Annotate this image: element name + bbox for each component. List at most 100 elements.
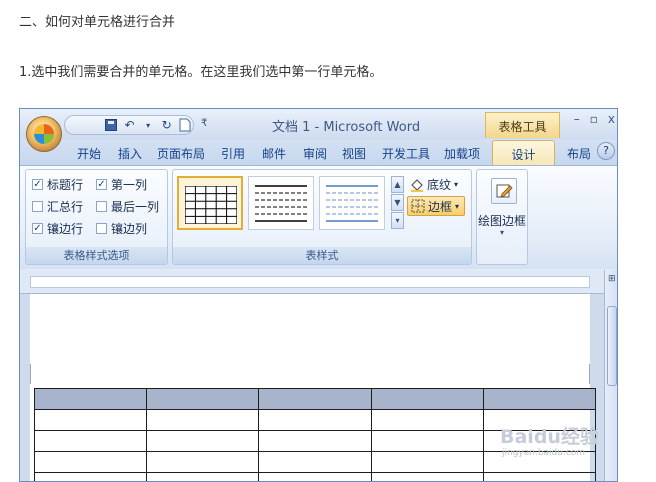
save-icon: [104, 119, 117, 131]
ribbon: ✓ 标题行 ✓ 第一列 汇总行 最后一列 ✓ 镶边行 镶边列 表格样式选项 ▲ …: [20, 165, 617, 269]
table-row[interactable]: [33, 430, 597, 452]
banded-columns-option[interactable]: 镶边列: [96, 220, 147, 237]
paint-bucket-icon: [411, 178, 423, 192]
borders-button[interactable]: 边框 ▾: [407, 196, 465, 216]
header-row-option[interactable]: ✓ 标题行: [32, 176, 83, 193]
table-style-light-lines[interactable]: [248, 176, 314, 230]
restore-button[interactable]: ▫: [590, 112, 598, 126]
table-cell[interactable]: [482, 472, 597, 481]
quick-access-toolbar: ↶ ▾ ↻: [64, 115, 194, 135]
table-row[interactable]: [33, 409, 597, 431]
scrollbar-thumb[interactable]: [607, 306, 617, 386]
gallery-more-button[interactable]: ▾: [391, 212, 404, 229]
table-cell[interactable]: [33, 409, 148, 431]
first-column-option[interactable]: ✓ 第一列: [96, 176, 147, 193]
new-document-button[interactable]: [177, 117, 193, 133]
table-style-options-label: 表格样式选项: [26, 247, 167, 264]
last-column-label: 最后一列: [111, 200, 160, 214]
table-style-grid[interactable]: [177, 176, 243, 230]
tab-home[interactable]: 开始: [77, 145, 101, 162]
table-cell[interactable]: [146, 430, 260, 452]
tab-page-layout[interactable]: 页面布局: [157, 145, 205, 162]
shading-label: 底纹: [427, 178, 452, 192]
header-row-checkbox[interactable]: ✓: [32, 179, 43, 190]
window-title: 文档 1 - Microsoft Word: [272, 120, 421, 135]
banded-rows-checkbox[interactable]: ✓: [32, 223, 43, 234]
table-cell[interactable]: [370, 472, 484, 481]
table-cell[interactable]: [33, 451, 148, 473]
first-column-checkbox[interactable]: ✓: [96, 179, 107, 190]
table-cell[interactable]: [146, 472, 260, 481]
window-controls: – ▫ x: [574, 112, 615, 126]
tab-mailings[interactable]: 邮件: [262, 145, 286, 162]
table-styles-group: ▲ ▼ ▾ 底纹 ▾ 边框 ▾ 表样式: [172, 169, 472, 265]
table-cell[interactable]: [482, 430, 597, 452]
ruler: [20, 270, 604, 294]
selected-table-row[interactable]: [33, 388, 597, 410]
borders-label: 边框: [428, 199, 453, 214]
gallery-scroll-up-button[interactable]: ▲: [391, 176, 404, 193]
table-cell[interactable]: [146, 409, 260, 431]
word-table[interactable]: [33, 388, 597, 481]
table-cell[interactable]: [258, 451, 372, 473]
borders-dropdown-icon: ▾: [455, 201, 460, 211]
total-row-option[interactable]: 汇总行: [32, 198, 83, 215]
tab-design[interactable]: 设计: [492, 140, 555, 166]
grid-table-icon: [185, 186, 237, 224]
redo-button[interactable]: ↻: [159, 117, 175, 133]
close-button[interactable]: x: [608, 112, 615, 126]
borders-icon: [411, 199, 425, 213]
office-button[interactable]: [26, 116, 62, 152]
table-cell[interactable]: [146, 388, 260, 410]
ruler-toggle-icon[interactable]: ⊞: [608, 274, 616, 284]
tab-developer[interactable]: 开发工具: [382, 145, 430, 162]
vertical-scrollbar[interactable]: ⊞: [604, 270, 617, 481]
help-button[interactable]: ?: [597, 142, 615, 160]
table-cell[interactable]: [258, 388, 372, 410]
save-button[interactable]: [103, 117, 119, 133]
tab-layout[interactable]: 布局: [567, 145, 591, 162]
table-cell[interactable]: [33, 472, 148, 481]
table-style-light-shading[interactable]: [319, 176, 385, 230]
customize-qat-button[interactable]: ₹: [201, 118, 207, 129]
tab-references[interactable]: 引用: [221, 145, 245, 162]
banded-columns-label: 镶边列: [111, 222, 148, 236]
draw-borders-group[interactable]: 绘图边框 ▾: [476, 169, 528, 265]
tab-insert[interactable]: 插入: [118, 145, 142, 162]
table-cell[interactable]: [482, 451, 597, 473]
ruler-strip: [30, 276, 590, 288]
table-cell[interactable]: [370, 409, 484, 431]
table-cell[interactable]: [258, 472, 372, 481]
table-cell[interactable]: [258, 409, 372, 431]
left-margin-mark: [30, 364, 31, 384]
table-cell[interactable]: [482, 409, 597, 431]
table-cell[interactable]: [370, 388, 484, 410]
tab-view[interactable]: 视图: [342, 145, 366, 162]
total-row-label: 汇总行: [47, 200, 84, 214]
table-cell[interactable]: [146, 451, 260, 473]
table-cell[interactable]: [33, 388, 148, 410]
table-cell[interactable]: [482, 388, 597, 410]
table-cell[interactable]: [258, 430, 372, 452]
banded-columns-checkbox[interactable]: [96, 223, 107, 234]
total-row-checkbox[interactable]: [32, 201, 43, 212]
table-cell[interactable]: [370, 451, 484, 473]
shading-button[interactable]: 底纹 ▾: [410, 176, 458, 193]
table-cell[interactable]: [33, 430, 148, 452]
tab-review[interactable]: 审阅: [303, 145, 327, 162]
minimize-button[interactable]: –: [574, 112, 580, 126]
last-column-checkbox[interactable]: [96, 201, 107, 212]
table-row[interactable]: [33, 472, 597, 481]
last-column-option[interactable]: 最后一列: [96, 198, 159, 215]
ribbon-tabs: 开始 插入 页面布局 引用 邮件 审阅 视图 开发工具 加载项 设计 布局 ?: [20, 139, 617, 166]
table-cell[interactable]: [370, 430, 484, 452]
banded-rows-option[interactable]: ✓ 镶边行: [32, 220, 83, 237]
article-heading: 二、如何对单元格进行合并: [19, 15, 176, 30]
table-row[interactable]: [33, 451, 597, 473]
gallery-scroll-down-button[interactable]: ▼: [391, 194, 404, 211]
undo-button[interactable]: ↶: [122, 117, 138, 133]
tab-add-ins[interactable]: 加载项: [444, 145, 480, 162]
undo-dropdown-icon[interactable]: ▾: [140, 117, 156, 133]
draw-table-icon: [491, 178, 517, 204]
document-area: [20, 294, 604, 481]
